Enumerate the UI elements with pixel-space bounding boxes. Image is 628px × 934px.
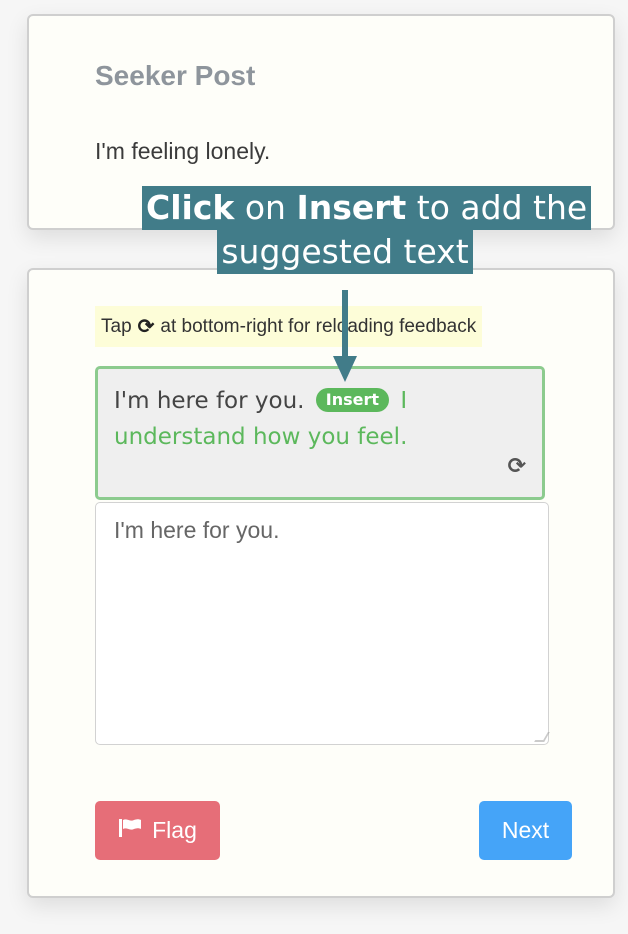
tooltip-arrow-shaft <box>342 290 348 360</box>
reload-hint: Tap ⟳ at bottom-right for reloading feed… <box>95 306 483 347</box>
tooltip-line-1: Click on Insert to add the <box>142 186 592 230</box>
page: Seeker Post I'm feeling lonely. Tap ⟳ at… <box>0 0 628 934</box>
tooltip-on-word: on <box>234 188 297 227</box>
flag-button-label: Flag <box>152 817 197 843</box>
next-button[interactable]: Next <box>479 801 572 860</box>
reload-feedback-icon[interactable]: ⟳ <box>508 449 526 485</box>
tutorial-tooltip: Click on Insert to add the suggested tex… <box>142 186 592 274</box>
feedback-suggestion-box: I'm here for you. Insert I understand ho… <box>95 366 545 500</box>
tooltip-click-word: Click <box>146 188 235 227</box>
hint-suffix: at bottom-right for reloading feedback <box>160 315 477 337</box>
response-textarea[interactable] <box>95 502 549 745</box>
flag-icon <box>118 817 142 844</box>
hint-prefix: Tap <box>101 315 132 337</box>
tooltip-line-1-end: to add the <box>406 188 588 227</box>
seeker-post-text: I'm feeling lonely. <box>95 138 271 164</box>
flag-button[interactable]: Flag <box>95 801 220 860</box>
seeker-post-title: Seeker Post <box>95 60 256 91</box>
suggestion-existing-text: I'm here for you. <box>114 388 305 414</box>
response-card: Tap ⟳ at bottom-right for reloading feed… <box>27 268 615 898</box>
tooltip-line-2: suggested text <box>217 230 473 274</box>
reload-icon: ⟳ <box>137 316 155 338</box>
tooltip-insert-word: Insert <box>296 188 407 227</box>
tooltip-arrow-head <box>333 356 357 382</box>
insert-button[interactable]: Insert <box>315 388 390 412</box>
